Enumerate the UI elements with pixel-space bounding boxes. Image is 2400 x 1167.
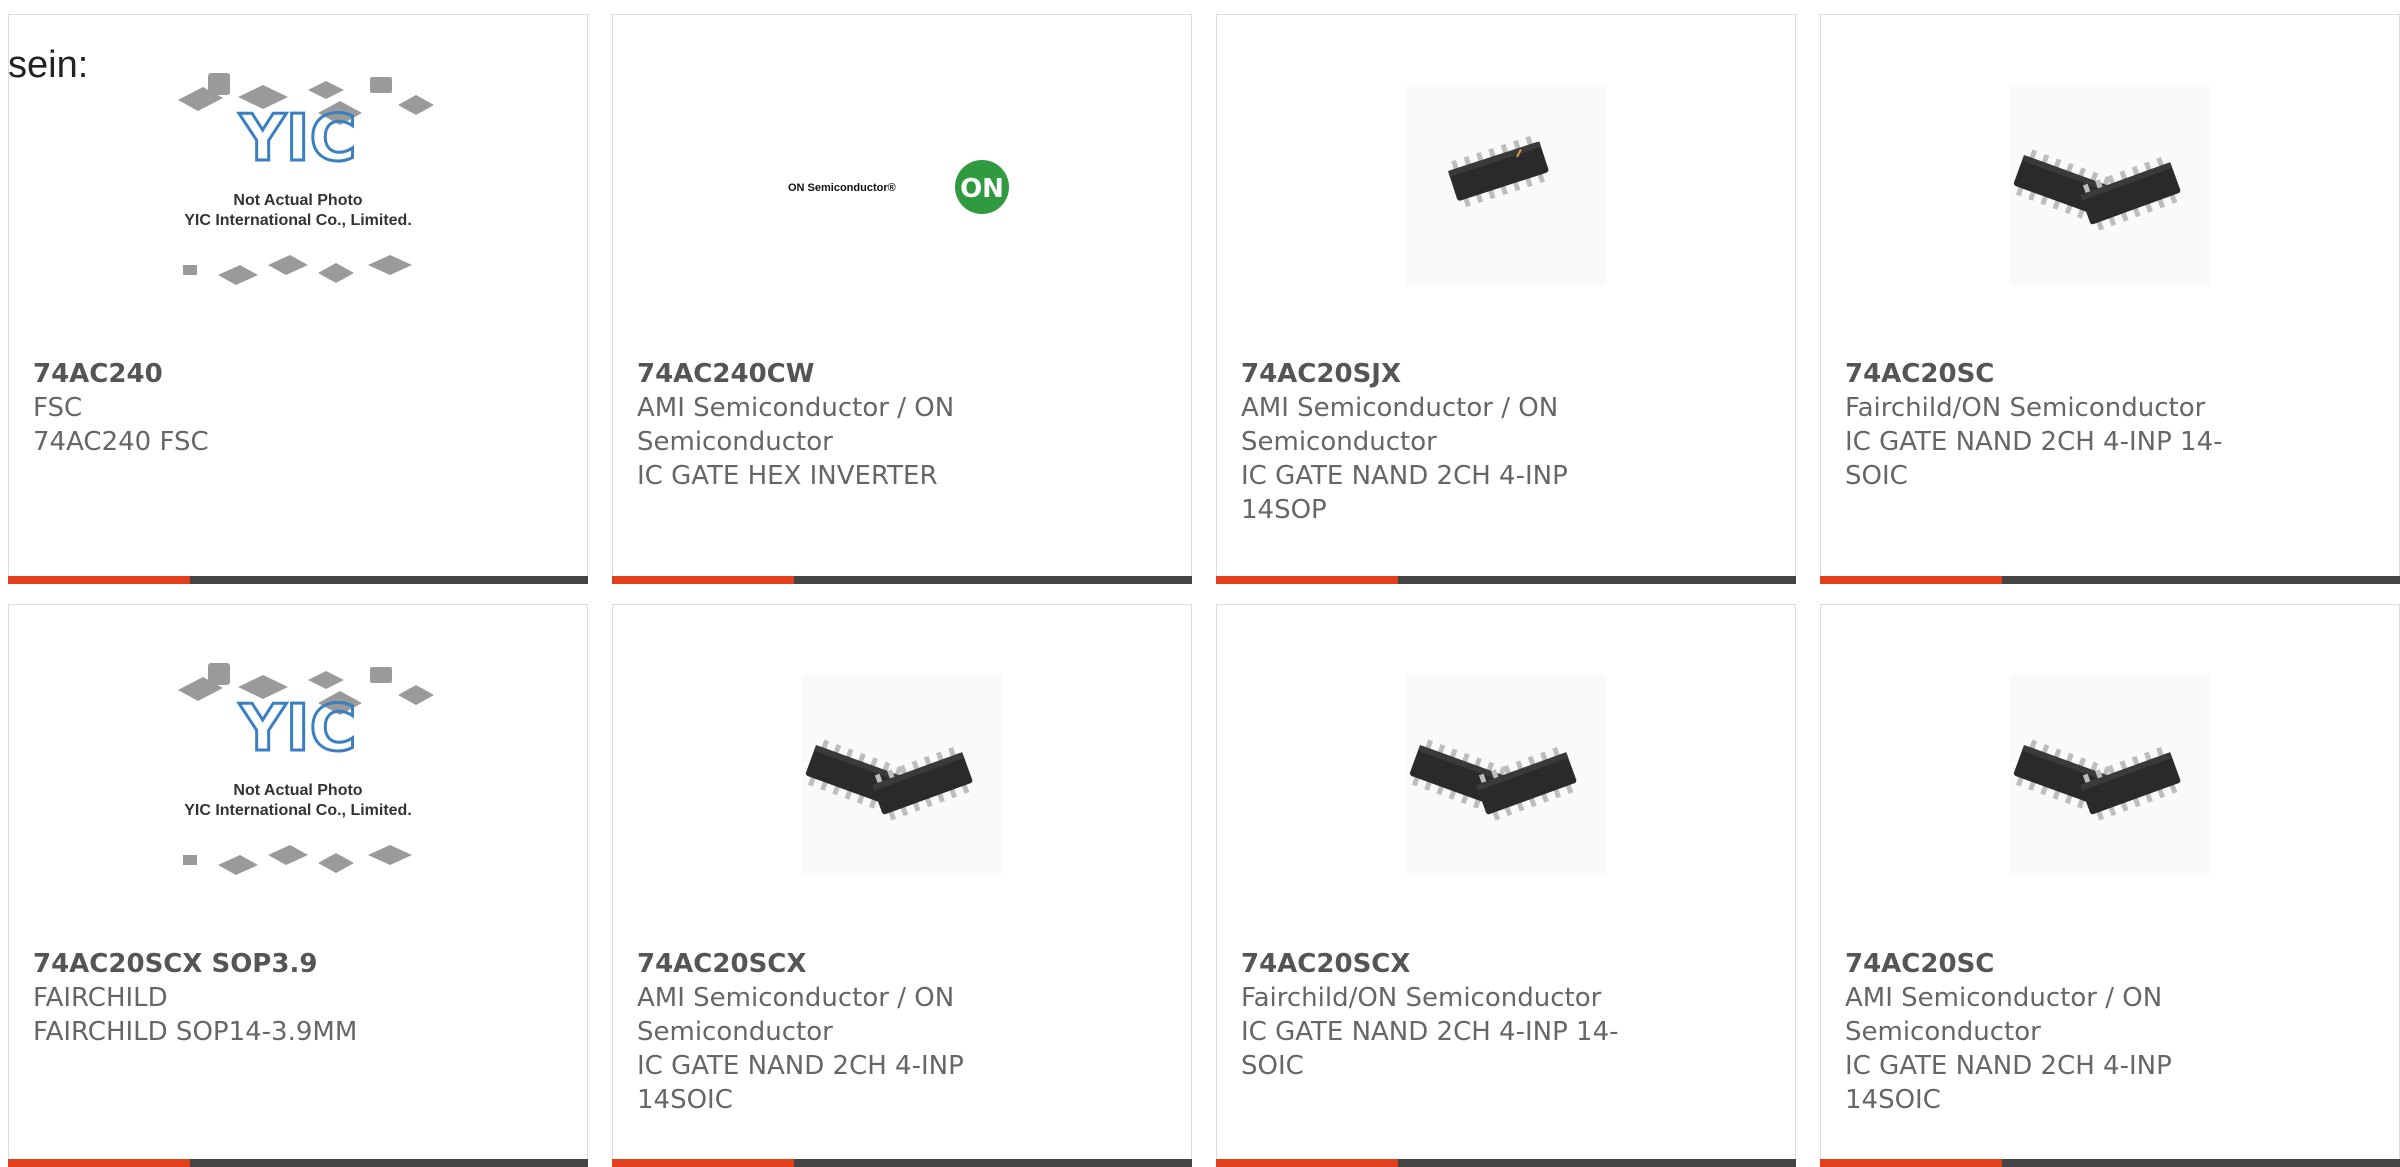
dual-soic-chips-image — [2010, 85, 2210, 285]
description: IC GATE NAND 2CH 4-INP 14-SOIC — [1241, 1017, 1619, 1081]
product-info: 74AC20SCX Fairchild/ON Semiconductor IC … — [1241, 947, 1645, 1083]
dual-soic-chips-image — [1406, 675, 1606, 875]
description: IC GATE NAND 2CH 4-INP 14-SOIC — [1845, 427, 2223, 491]
part-number[interactable]: 74AC20SC — [1845, 947, 2249, 981]
product-card[interactable]: 74AC20SC Fairchild/ON Semiconductor IC G… — [1820, 14, 2400, 584]
manufacturer: Fairchild/ON Semiconductor — [1241, 983, 1602, 1013]
product-card[interactable]: YIC Not Actual Photo YIC International C… — [8, 604, 588, 1167]
description: IC GATE NAND 2CH 4-INP 14SOP — [1241, 461, 1568, 525]
manufacturer: AMI Semiconductor / ON Semiconductor — [1241, 393, 1559, 457]
part-number[interactable]: 74AC20SC — [1845, 357, 2249, 391]
svg-text:YIC International Co., Limited: YIC International Co., Limited. — [184, 802, 412, 819]
description: FAIRCHILD SOP14-3.9MM — [33, 1017, 358, 1047]
svg-text:YIC: YIC — [238, 102, 356, 176]
product-info: 74AC20SCX SOP3.9 FAIRCHILD FAIRCHILD SOP… — [33, 947, 437, 1049]
card-accent-bar — [612, 576, 1192, 584]
card-accent-bar — [8, 576, 588, 584]
card-accent-bar — [1820, 576, 2400, 584]
product-info: 74AC20SJX AMI Semiconductor / ON Semicon… — [1241, 357, 1645, 527]
dual-soic-chips-image — [802, 675, 1002, 875]
single-soic-chip-image — [1406, 85, 1606, 285]
product-image[interactable]: YIC Not Actual Photo YIC International C… — [9, 15, 587, 355]
product-image[interactable] — [1821, 605, 2399, 945]
page-text-fragment: sein: — [8, 44, 89, 86]
description: IC GATE NAND 2CH 4-INP 14SOIC — [1845, 1051, 2172, 1115]
yic-placeholder-image: YIC Not Actual Photo YIC International C… — [178, 663, 434, 875]
card-accent-bar — [1216, 576, 1796, 584]
part-number[interactable]: 74AC240 — [33, 357, 437, 391]
manufacturer: AMI Semiconductor / ON Semiconductor — [637, 393, 955, 457]
part-number[interactable]: 74AC20SCX SOP3.9 — [33, 947, 437, 981]
description: IC GATE HEX INVERTER — [637, 461, 938, 491]
product-image[interactable] — [1821, 15, 2399, 355]
on-semiconductor-logo: ON Semiconductor® ON — [788, 160, 1009, 214]
part-number[interactable]: 74AC240CW — [637, 357, 1041, 391]
part-number[interactable]: 74AC20SCX — [637, 947, 1041, 981]
manufacturer: AMI Semiconductor / ON Semiconductor — [1845, 983, 2163, 1047]
card-accent-bar — [1820, 1159, 2400, 1167]
manufacturer: FAIRCHILD — [33, 983, 168, 1013]
product-card[interactable]: 74AC20SJX AMI Semiconductor / ON Semicon… — [1216, 14, 1796, 584]
svg-text:ON Semiconductor®: ON Semiconductor® — [788, 182, 896, 194]
product-image[interactable] — [1217, 605, 1795, 945]
manufacturer: FSC — [33, 393, 83, 423]
svg-text:YIC: YIC — [238, 692, 356, 766]
manufacturer: AMI Semiconductor / ON Semiconductor — [637, 983, 955, 1047]
card-accent-bar — [1216, 1159, 1796, 1167]
card-accent-bar — [612, 1159, 1192, 1167]
product-card[interactable]: YIC Not Actual Photo YIC International C… — [8, 14, 588, 584]
product-info: 74AC240 FSC 74AC240 FSC — [33, 357, 437, 459]
manufacturer: Fairchild/ON Semiconductor — [1845, 393, 2206, 423]
product-image[interactable] — [1217, 15, 1795, 355]
product-image[interactable]: YIC Not Actual Photo YIC International C… — [9, 605, 587, 945]
card-accent-bar — [8, 1159, 588, 1167]
description: IC GATE NAND 2CH 4-INP 14SOIC — [637, 1051, 964, 1115]
product-info: 74AC20SC AMI Semiconductor / ON Semicond… — [1845, 947, 2249, 1117]
svg-text:Not Actual Photo: Not Actual Photo — [233, 192, 362, 209]
svg-text:Not Actual Photo: Not Actual Photo — [233, 782, 362, 799]
dual-soic-chips-image — [2010, 675, 2210, 875]
svg-text:ON: ON — [960, 174, 1004, 204]
product-card[interactable]: 74AC20SC AMI Semiconductor / ON Semicond… — [1820, 604, 2400, 1167]
product-card[interactable]: 74AC20SCX AMI Semiconductor / ON Semicon… — [612, 604, 1192, 1167]
svg-text:YIC International Co., Limited: YIC International Co., Limited. — [184, 212, 412, 229]
product-image[interactable] — [613, 605, 1191, 945]
yic-placeholder-image: YIC Not Actual Photo YIC International C… — [178, 73, 434, 285]
product-card[interactable]: 74AC20SCX Fairchild/ON Semiconductor IC … — [1216, 604, 1796, 1167]
product-info: 74AC20SCX AMI Semiconductor / ON Semicon… — [637, 947, 1041, 1117]
part-number[interactable]: 74AC20SJX — [1241, 357, 1645, 391]
product-image[interactable]: ON Semiconductor® ON — [613, 15, 1191, 355]
part-number[interactable]: 74AC20SCX — [1241, 947, 1645, 981]
product-info: 74AC240CW AMI Semiconductor / ON Semicon… — [637, 357, 1041, 493]
product-card[interactable]: ON Semiconductor® ON 74AC240CW AMI Semic… — [612, 14, 1192, 584]
product-info: 74AC20SC Fairchild/ON Semiconductor IC G… — [1845, 357, 2249, 493]
description: 74AC240 FSC — [33, 427, 209, 457]
